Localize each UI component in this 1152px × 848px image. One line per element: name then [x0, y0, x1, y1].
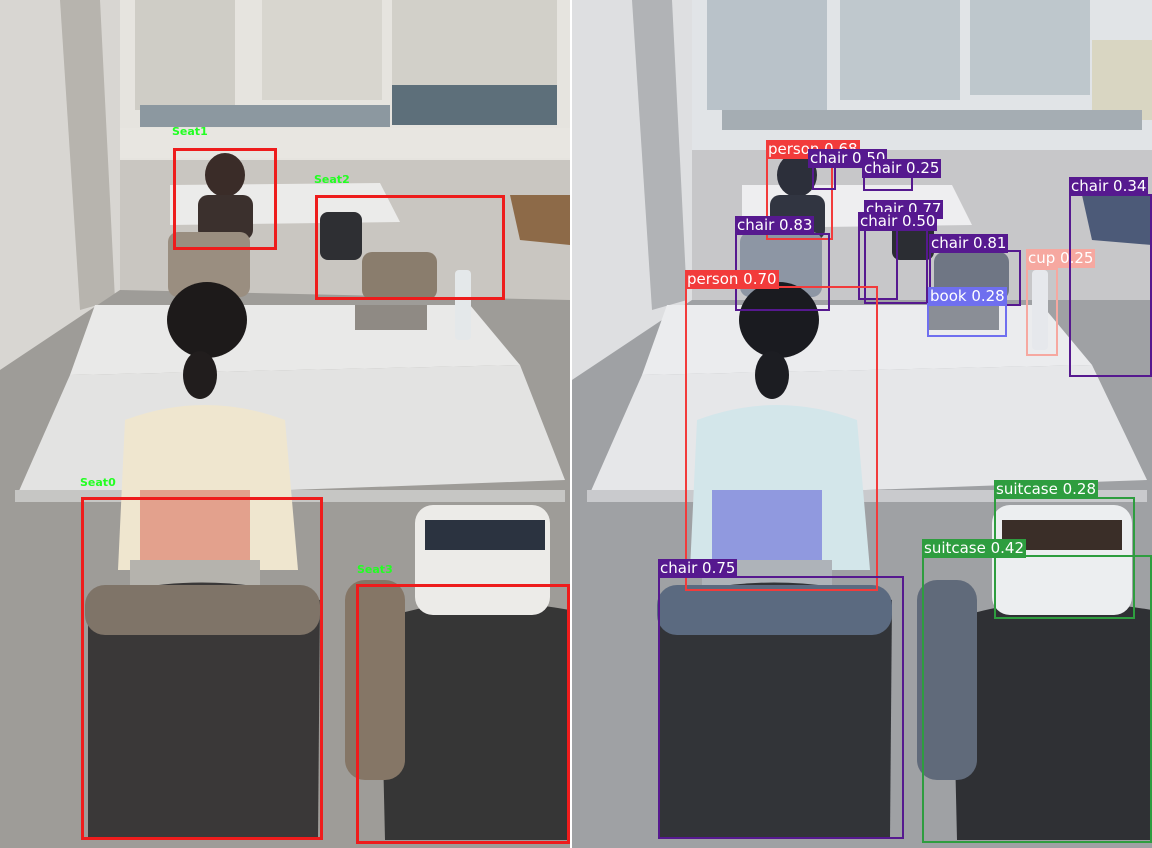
- chair-detection-label: chair 0.25: [862, 159, 942, 178]
- seat-0-label: Seat0: [80, 476, 116, 489]
- seat-2-box: [315, 195, 505, 300]
- suitcase-detection-label: suitcase 0.42: [922, 539, 1027, 558]
- seat-3-box: [356, 584, 570, 844]
- book-detection-box: [927, 303, 1007, 337]
- chair-detection-label: chair 0.50: [858, 212, 938, 231]
- object-detection-panel: person 0.68 chair 0.50 chair 0.25 chair …: [572, 0, 1152, 848]
- person-detection-label: person 0.70: [685, 270, 779, 289]
- chair-detection-label: chair 0.75: [658, 559, 738, 578]
- person-detection-box: [685, 286, 878, 591]
- chair-detection-label: chair 0.81: [929, 234, 1009, 253]
- seat-annotation-panel: Seat1 Seat2 Seat0 Seat3: [0, 0, 570, 848]
- seat-1-box: [173, 148, 277, 250]
- seat-0-box: [81, 497, 323, 840]
- chair-detection-label: chair 0.34: [1069, 177, 1149, 196]
- chair-detection-label: chair 0.83: [735, 216, 815, 235]
- suitcase-detection-label: suitcase 0.28: [994, 480, 1099, 499]
- seat-1-label: Seat1: [172, 125, 208, 138]
- suitcase-detection-box: [922, 555, 1152, 843]
- comparison-figure: Seat1 Seat2 Seat0 Seat3 person chair 0.5…: [0, 0, 1152, 848]
- cup-detection-box: [1026, 268, 1058, 356]
- book-detection-label: book 0.28: [928, 287, 1007, 306]
- chair-detection-box: [658, 576, 904, 839]
- seat-3-label: Seat3: [357, 563, 393, 576]
- seat-2-label: Seat2: [314, 173, 350, 186]
- chair-detection-box: [1069, 194, 1152, 377]
